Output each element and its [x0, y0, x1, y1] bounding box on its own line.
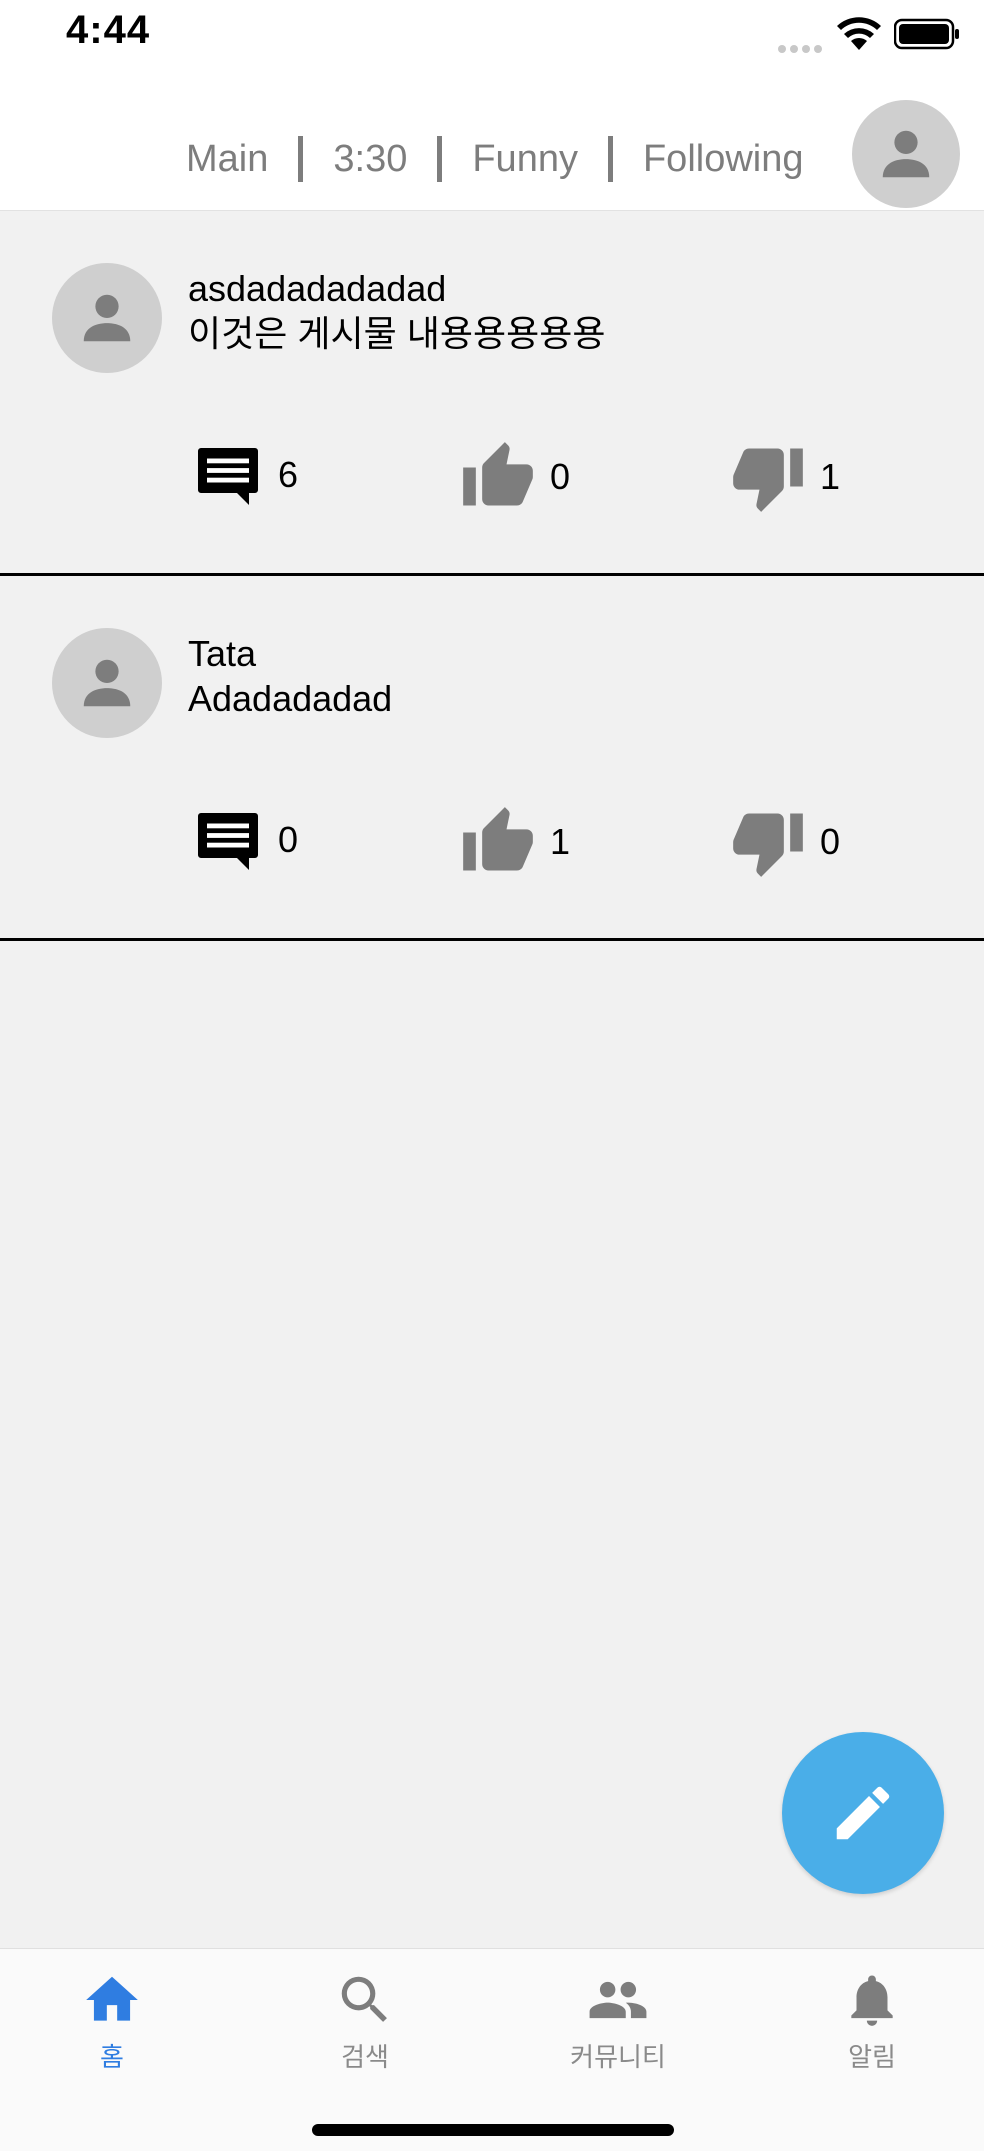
dislike-count: 0	[820, 821, 841, 862]
bell-icon	[851, 1975, 893, 2026]
comment-button[interactable]: 6	[192, 439, 298, 511]
tab-divider	[298, 136, 304, 182]
person-icon	[882, 130, 930, 178]
post-content: Adadadadad	[188, 678, 393, 719]
nav-home[interactable]: 홈	[32, 1969, 192, 2074]
nav-search-label: 검색	[341, 2043, 389, 2073]
tab-divider	[437, 136, 443, 182]
status-time: 4:44	[66, 8, 151, 52]
home-indicator	[312, 2124, 674, 2136]
tab-following[interactable]: Following	[637, 138, 810, 181]
nav-home-label: 홈	[100, 2043, 124, 2073]
nav-search[interactable]: 검색	[285, 1969, 445, 2074]
write-post-button[interactable]	[782, 1732, 944, 1894]
post-author: Tata	[188, 633, 257, 674]
profile-avatar-button[interactable]	[852, 100, 960, 208]
post-author: asdadadadadad	[188, 268, 447, 309]
avatar	[52, 628, 162, 738]
person-icon	[83, 659, 131, 707]
tab-divider	[607, 136, 613, 182]
wifi-icon	[837, 17, 881, 50]
comment-count: 0	[278, 819, 299, 860]
status-bar: 4:44	[0, 0, 984, 70]
post-card[interactable]: Tata Adadadadad 0 1 0	[0, 576, 984, 941]
post-content: 이것은 게시물 내용용용용용	[188, 313, 606, 354]
comment-icon	[198, 813, 258, 870]
thumbs-up-icon	[463, 442, 533, 506]
top-header: Main 3:30 Funny Following	[0, 70, 984, 211]
nav-notifications[interactable]: 알림	[792, 1969, 952, 2074]
bottom-tab-bar: 홈 검색 커뮤니티 알림	[0, 1948, 984, 2151]
post-card[interactable]: asdadadadadad 이것은 게시물 내용용용용용 6 0 1	[0, 211, 984, 576]
battery-icon	[894, 18, 959, 50]
tab-main[interactable]: Main	[180, 138, 274, 181]
comment-count: 6	[278, 454, 299, 495]
category-tabs: Main 3:30 Funny Following	[180, 126, 810, 192]
thumbs-up-icon	[463, 807, 533, 871]
tab-funny[interactable]: Funny	[466, 138, 584, 181]
post-actions: 6 0 1	[0, 439, 984, 519]
thumbs-down-icon	[733, 813, 803, 877]
like-count: 0	[550, 456, 571, 497]
dislike-button[interactable]: 0	[730, 804, 840, 880]
nav-notifications-label: 알림	[848, 2043, 896, 2073]
comment-icon	[198, 448, 258, 505]
dislike-button[interactable]: 1	[730, 439, 840, 515]
avatar	[52, 263, 162, 373]
home-icon	[86, 1976, 138, 2021]
comment-button[interactable]: 0	[192, 804, 298, 876]
like-count: 1	[550, 821, 571, 862]
nav-community[interactable]: 커뮤니티	[538, 1969, 698, 2074]
cellular-signal-icon	[778, 38, 826, 57]
pencil-icon	[836, 1786, 890, 1840]
person-icon	[83, 294, 131, 342]
like-button[interactable]: 0	[460, 439, 570, 515]
dislike-count: 1	[820, 456, 841, 497]
post-actions: 0 1 0	[0, 804, 984, 884]
search-icon	[341, 1976, 387, 2022]
people-icon	[589, 1981, 647, 2019]
tab-330[interactable]: 3:30	[327, 138, 413, 181]
like-button[interactable]: 1	[460, 804, 570, 880]
thumbs-down-icon	[733, 448, 803, 512]
nav-community-label: 커뮤니티	[570, 2043, 666, 2073]
